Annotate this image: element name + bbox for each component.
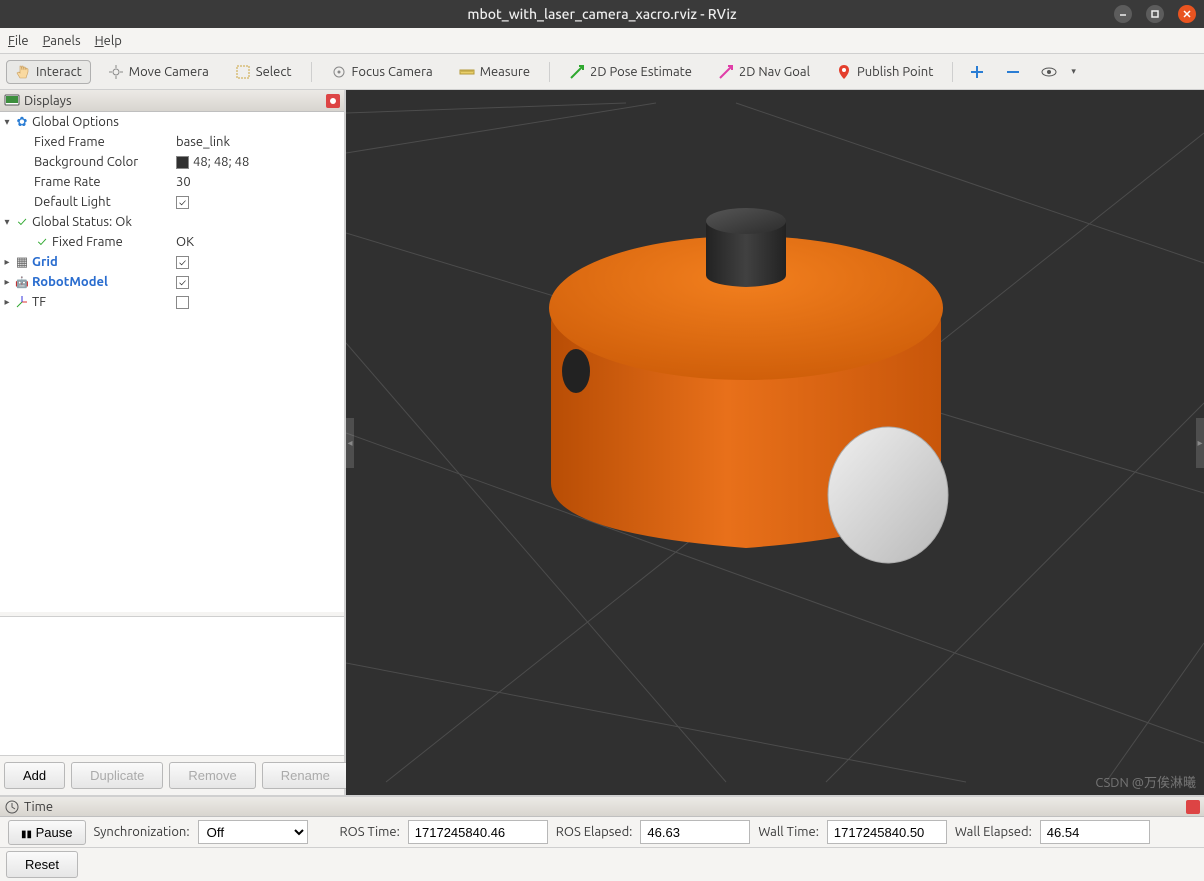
select-icon: [235, 64, 251, 80]
nav-goal-arrow-icon: [718, 64, 734, 80]
displays-panel-header[interactable]: Displays: [0, 90, 344, 112]
sync-label: Synchronization:: [94, 825, 190, 839]
window-controls: [1114, 5, 1196, 23]
3d-viewport[interactable]: ◂ ▸ CSDN @万俟淋曦: [346, 90, 1204, 795]
toolbar-separator: [952, 62, 953, 82]
time-title: Time: [24, 800, 53, 814]
pause-icon: ▮▮: [21, 829, 32, 840]
publish-point-pin-icon: [836, 64, 852, 80]
menu-bar: File Panels Help: [0, 28, 1204, 54]
ros-time-field[interactable]: [408, 820, 548, 844]
color-swatch: [176, 156, 189, 169]
toolbar: Interact Move Camera Select Focus Camera…: [0, 54, 1204, 90]
checkbox-robot-model[interactable]: [176, 276, 189, 289]
menu-help[interactable]: Help: [95, 34, 122, 48]
left-drag-handle[interactable]: ◂: [346, 418, 354, 468]
panel-close-icon[interactable]: [326, 94, 340, 108]
wall-elapsed-label: Wall Elapsed:: [955, 825, 1032, 839]
toolbar-separator: [549, 62, 550, 82]
right-drag-handle[interactable]: ▸: [1196, 418, 1204, 468]
menu-file[interactable]: File: [8, 34, 29, 48]
title-bar: mbot_with_laser_camera_xacro.rviz - RViz: [0, 0, 1204, 28]
checkbox-default-light[interactable]: [176, 196, 189, 209]
focus-camera-button[interactable]: Focus Camera: [322, 60, 442, 84]
displays-title: Displays: [24, 94, 72, 108]
tree-tf[interactable]: ▸TF: [0, 292, 344, 312]
displays-tree[interactable]: ▾✿Global Options Fixed Frame base_link B…: [0, 112, 344, 612]
tree-global-status[interactable]: ▾✓Global Status: Ok: [0, 212, 344, 232]
add-button[interactable]: Add: [4, 762, 65, 789]
tree-frame-rate[interactable]: Frame Rate 30: [0, 172, 344, 192]
tree-grid[interactable]: ▸▦Grid: [0, 252, 344, 272]
time-panel-header[interactable]: Time: [0, 797, 1204, 817]
interact-hand-icon: [15, 64, 31, 80]
time-panel: Time ▮▮ Pause Synchronization: Off ROS T…: [0, 795, 1204, 847]
visibility-eye-icon[interactable]: [1041, 64, 1057, 80]
checkbox-tf[interactable]: [176, 296, 189, 309]
nav-goal-button[interactable]: 2D Nav Goal: [709, 60, 819, 84]
wall-time-label: Wall Time:: [758, 825, 819, 839]
dropdown-caret-icon[interactable]: ▾: [1071, 66, 1076, 77]
ros-time-label: ROS Time:: [340, 825, 400, 839]
measure-button[interactable]: Measure: [450, 60, 539, 84]
duplicate-button[interactable]: Duplicate: [71, 762, 163, 789]
ros-elapsed-field[interactable]: [640, 820, 750, 844]
window-title: mbot_with_laser_camera_xacro.rviz - RViz: [467, 6, 736, 22]
close-button[interactable]: [1178, 5, 1196, 23]
tree-global-options[interactable]: ▾✿Global Options: [0, 112, 344, 132]
interact-button[interactable]: Interact: [6, 60, 91, 84]
displays-panel: Displays ▾✿Global Options Fixed Frame ba…: [0, 90, 346, 795]
tree-bg-color[interactable]: Background Color 48; 48; 48: [0, 152, 344, 172]
pause-button[interactable]: ▮▮ Pause: [8, 820, 86, 845]
minimize-button[interactable]: [1114, 5, 1132, 23]
tree-status-fixed-frame[interactable]: ✓Fixed Frame OK: [0, 232, 344, 252]
displays-button-row: Add Duplicate Remove Rename: [0, 755, 344, 795]
wall-elapsed-field[interactable]: [1040, 820, 1150, 844]
select-button[interactable]: Select: [226, 60, 301, 84]
tree-robot-model[interactable]: ▸🤖RobotModel: [0, 272, 344, 292]
reset-button[interactable]: Reset: [6, 851, 78, 878]
grid-icon: ▦: [14, 254, 30, 270]
pose-estimate-arrow-icon: [569, 64, 585, 80]
plus-icon[interactable]: [969, 64, 985, 80]
wall-time-field[interactable]: [827, 820, 947, 844]
panel-close-icon[interactable]: [1186, 800, 1200, 814]
toolbar-separator: [311, 62, 312, 82]
gear-icon: ✿: [14, 114, 30, 130]
clock-icon: [4, 799, 20, 815]
menu-panels[interactable]: Panels: [43, 34, 81, 48]
publish-point-button[interactable]: Publish Point: [827, 60, 942, 84]
measure-ruler-icon: [459, 64, 475, 80]
pose-estimate-button[interactable]: 2D Pose Estimate: [560, 60, 701, 84]
description-area: [0, 616, 344, 755]
tree-default-light[interactable]: Default Light: [0, 192, 344, 212]
maximize-button[interactable]: [1146, 5, 1164, 23]
reset-bar: Reset: [0, 847, 1204, 881]
ros-elapsed-label: ROS Elapsed:: [556, 825, 633, 839]
move-camera-icon: [108, 64, 124, 80]
tree-fixed-frame[interactable]: Fixed Frame base_link: [0, 132, 344, 152]
focus-camera-icon: [331, 64, 347, 80]
remove-button[interactable]: Remove: [169, 762, 255, 789]
minus-icon[interactable]: [1005, 64, 1021, 80]
ok-check-icon: ✓: [34, 234, 50, 250]
checkbox-grid[interactable]: [176, 256, 189, 269]
move-camera-button[interactable]: Move Camera: [99, 60, 218, 84]
displays-monitor-icon: [4, 93, 20, 109]
sync-select[interactable]: Off: [198, 820, 308, 844]
robot-icon: 🤖: [14, 274, 30, 290]
ok-check-icon: ✓: [14, 214, 30, 230]
rename-button[interactable]: Rename: [262, 762, 349, 789]
tf-axes-icon: [14, 294, 30, 310]
